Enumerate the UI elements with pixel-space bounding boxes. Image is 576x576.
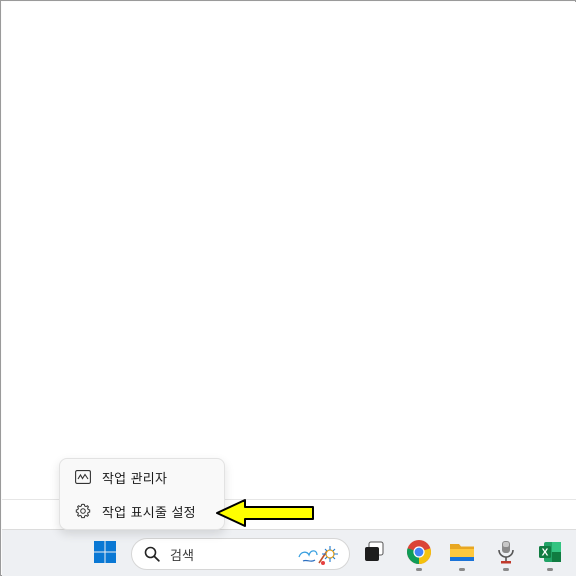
- menu-item-label: 작업 관리자: [102, 471, 168, 487]
- taskbar: 검색 X: [2, 529, 576, 576]
- screen-frame: 작업 관리자 작업 표시줄 설정 검색 X: [0, 0, 576, 576]
- taskbar-context-menu: 작업 관리자 작업 표시줄 설정: [59, 458, 225, 530]
- search-placeholder: 검색: [170, 548, 194, 564]
- task-view-button[interactable]: [356, 536, 392, 572]
- menu-item-task-manager[interactable]: 작업 관리자: [64, 461, 222, 493]
- annotation-arrow: [216, 499, 314, 527]
- task-manager-icon: [74, 468, 92, 486]
- chrome-icon: [406, 539, 432, 569]
- menu-item-label: 작업 표시줄 설정: [102, 505, 196, 521]
- running-indicator: [503, 568, 509, 571]
- taskbar-search[interactable]: 검색: [131, 538, 350, 570]
- search-highlight-doodle-icon: [297, 543, 339, 567]
- excel-icon: X: [538, 540, 562, 568]
- search-icon: [144, 546, 160, 562]
- microphone-app-button[interactable]: [488, 536, 524, 572]
- running-indicator: [459, 568, 465, 571]
- windows-logo-icon: [93, 540, 117, 568]
- excel-letter: X: [542, 548, 549, 559]
- desktop-area[interactable]: [2, 2, 576, 499]
- chrome-button[interactable]: [401, 536, 437, 572]
- running-indicator: [416, 568, 422, 571]
- menu-item-taskbar-settings[interactable]: 작업 표시줄 설정: [64, 495, 222, 527]
- microphone-icon: [495, 539, 517, 569]
- running-indicator: [547, 568, 553, 571]
- excel-button[interactable]: X: [532, 536, 568, 572]
- task-view-icon: [362, 540, 386, 568]
- folder-icon: [449, 540, 475, 568]
- start-button[interactable]: [87, 536, 123, 572]
- file-explorer-button[interactable]: [444, 536, 480, 572]
- gear-icon: [74, 502, 92, 520]
